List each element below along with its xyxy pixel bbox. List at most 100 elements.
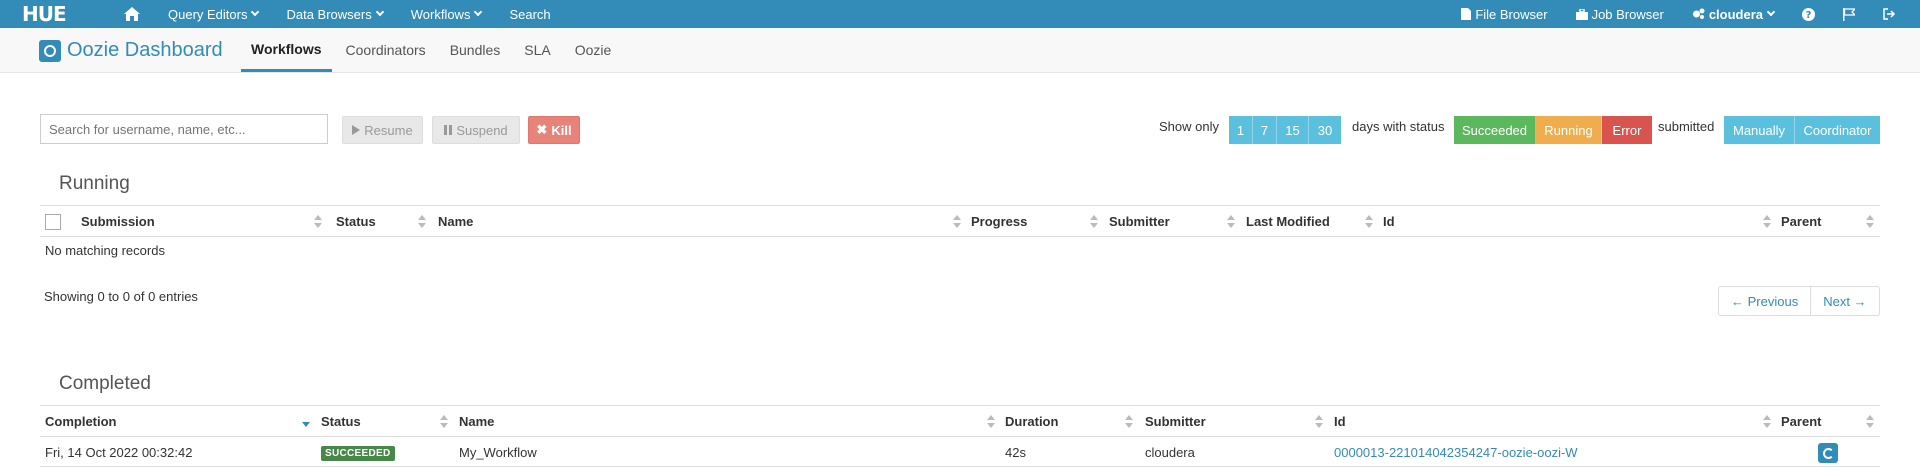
sort-icon[interactable] xyxy=(1866,215,1874,229)
days-7-button[interactable]: 7 xyxy=(1253,116,1277,144)
menu-search[interactable]: Search xyxy=(495,0,564,28)
submitted-label: submitted xyxy=(1658,119,1715,134)
empty-message: No matching records xyxy=(45,243,165,258)
sort-icon[interactable] xyxy=(1763,215,1771,229)
days-30-button[interactable]: 30 xyxy=(1309,116,1341,144)
status-running-button[interactable]: Running xyxy=(1536,116,1602,144)
user-menu[interactable]: cloudera xyxy=(1678,0,1788,28)
logout-button[interactable] xyxy=(1869,0,1910,28)
oozie-icon xyxy=(39,39,61,62)
submitted-coordinator-button[interactable]: Coordinator xyxy=(1795,116,1880,144)
sign-out-icon xyxy=(1883,8,1896,20)
col-id[interactable]: Id xyxy=(1334,406,1346,436)
tab-oozie[interactable]: Oozie xyxy=(565,28,622,72)
flag-button[interactable] xyxy=(1829,0,1869,28)
status-filter: Succeeded Running Error xyxy=(1454,116,1652,144)
tab-coordinators[interactable]: Coordinators xyxy=(336,28,436,72)
hue-logo[interactable]: HUE xyxy=(22,2,80,26)
kill-button[interactable]: ✖ Kill xyxy=(528,116,580,144)
play-icon xyxy=(352,125,361,135)
sort-icon[interactable] xyxy=(987,415,995,429)
running-section-title: Running xyxy=(59,173,130,194)
svg-text:?: ? xyxy=(1806,10,1812,21)
completed-table: Completion Status Name Duration Submitte… xyxy=(40,405,1880,473)
sort-icon[interactable] xyxy=(418,215,426,229)
col-last-modified[interactable]: Last Modified xyxy=(1246,206,1330,236)
cell-duration: 42s xyxy=(1005,445,1026,460)
top-navbar: HUE Query Editors Data Browsers Workflow… xyxy=(0,0,1920,28)
sort-icon[interactable] xyxy=(1315,415,1323,429)
previous-page-button[interactable]: ← Previous xyxy=(1719,287,1810,315)
parent-coordinator-button[interactable] xyxy=(1818,443,1838,463)
workflow-id-link[interactable]: 0000013-221014042354247-oozie-oozi-W xyxy=(1334,445,1578,460)
col-status[interactable]: Status xyxy=(321,406,361,436)
resume-button[interactable]: Resume xyxy=(342,116,423,144)
days-with-status-label: days with status xyxy=(1352,119,1445,134)
col-completion[interactable]: Completion xyxy=(45,406,117,436)
next-page-button[interactable]: Next → xyxy=(1810,287,1878,315)
col-parent[interactable]: Parent xyxy=(1781,206,1821,236)
menu-workflows[interactable]: Workflows xyxy=(397,0,496,28)
menu-data-browsers[interactable]: Data Browsers xyxy=(272,0,396,28)
sort-icon[interactable] xyxy=(1090,215,1098,229)
tab-sla[interactable]: SLA xyxy=(514,28,560,72)
col-submission[interactable]: Submission xyxy=(81,206,155,236)
sort-icon[interactable] xyxy=(1125,415,1133,429)
home-icon xyxy=(124,7,140,21)
sort-icon[interactable] xyxy=(1763,415,1771,429)
col-name[interactable]: Name xyxy=(459,406,494,436)
running-table: Submission Status Name Progress Submitte… xyxy=(40,205,1880,315)
sort-icon[interactable] xyxy=(440,415,448,429)
col-progress[interactable]: Progress xyxy=(971,206,1027,236)
sort-icon[interactable] xyxy=(953,215,961,229)
days-filter: 1 7 15 30 xyxy=(1229,116,1341,144)
show-only-label: Show only xyxy=(1159,119,1219,134)
days-15-button[interactable]: 15 xyxy=(1277,116,1309,144)
sort-icon[interactable] xyxy=(1227,215,1235,229)
completed-table-header: Completion Status Name Duration Submitte… xyxy=(40,405,1880,437)
status-badge: SUCCEEDED xyxy=(321,444,395,461)
menu-query-editors[interactable]: Query Editors xyxy=(154,0,272,28)
search-input[interactable] xyxy=(40,114,328,144)
times-icon: ✖ xyxy=(536,122,548,137)
home-button[interactable] xyxy=(110,0,154,28)
cell-name: My_Workflow xyxy=(459,445,537,460)
col-submitter[interactable]: Submitter xyxy=(1145,406,1206,436)
sort-icon[interactable] xyxy=(314,215,322,229)
app-subnav: Oozie Dashboard Workflows Coordinators B… xyxy=(0,28,1920,73)
flag-icon xyxy=(1843,7,1855,21)
sort-desc-icon[interactable] xyxy=(302,415,310,429)
col-name[interactable]: Name xyxy=(438,206,473,236)
suspend-button[interactable]: Suspend xyxy=(432,116,520,144)
table-row[interactable]: Fri, 14 Oct 2022 00:32:42 SUCCEEDED My_W… xyxy=(40,437,1880,467)
coordinator-icon xyxy=(1822,447,1834,459)
col-parent[interactable]: Parent xyxy=(1781,406,1821,436)
file-icon xyxy=(1461,8,1472,20)
chevron-down-icon xyxy=(1766,7,1776,17)
sort-icon[interactable] xyxy=(1866,415,1874,429)
cell-submitter: cloudera xyxy=(1145,445,1195,460)
status-succeeded-button[interactable]: Succeeded xyxy=(1454,116,1536,144)
file-browser-link[interactable]: File Browser xyxy=(1447,0,1561,28)
col-id[interactable]: Id xyxy=(1383,206,1395,236)
running-table-header: Submission Status Name Progress Submitte… xyxy=(40,205,1880,237)
question-circle-icon: ? xyxy=(1802,7,1815,21)
col-submitter[interactable]: Submitter xyxy=(1109,206,1170,236)
app-title[interactable]: Oozie Dashboard xyxy=(39,39,223,62)
tab-bundles[interactable]: Bundles xyxy=(440,28,511,72)
select-all-checkbox[interactable] xyxy=(45,214,61,230)
chevron-down-icon xyxy=(375,7,384,17)
completed-section-title: Completed xyxy=(59,373,151,394)
tab-workflows[interactable]: Workflows xyxy=(241,28,332,72)
col-status[interactable]: Status xyxy=(336,206,376,236)
submitted-manually-button[interactable]: Manually xyxy=(1724,116,1795,144)
sort-icon[interactable] xyxy=(1365,215,1373,229)
job-browser-link[interactable]: Job Browser xyxy=(1562,0,1678,28)
col-duration[interactable]: Duration xyxy=(1005,406,1058,436)
status-error-button[interactable]: Error xyxy=(1602,116,1652,144)
table-info: Showing 0 to 0 of 0 entries xyxy=(44,289,198,304)
pause-icon xyxy=(444,125,453,135)
cell-completion: Fri, 14 Oct 2022 00:32:42 xyxy=(45,445,193,460)
days-1-button[interactable]: 1 xyxy=(1229,116,1253,144)
help-button[interactable]: ? xyxy=(1788,0,1829,28)
